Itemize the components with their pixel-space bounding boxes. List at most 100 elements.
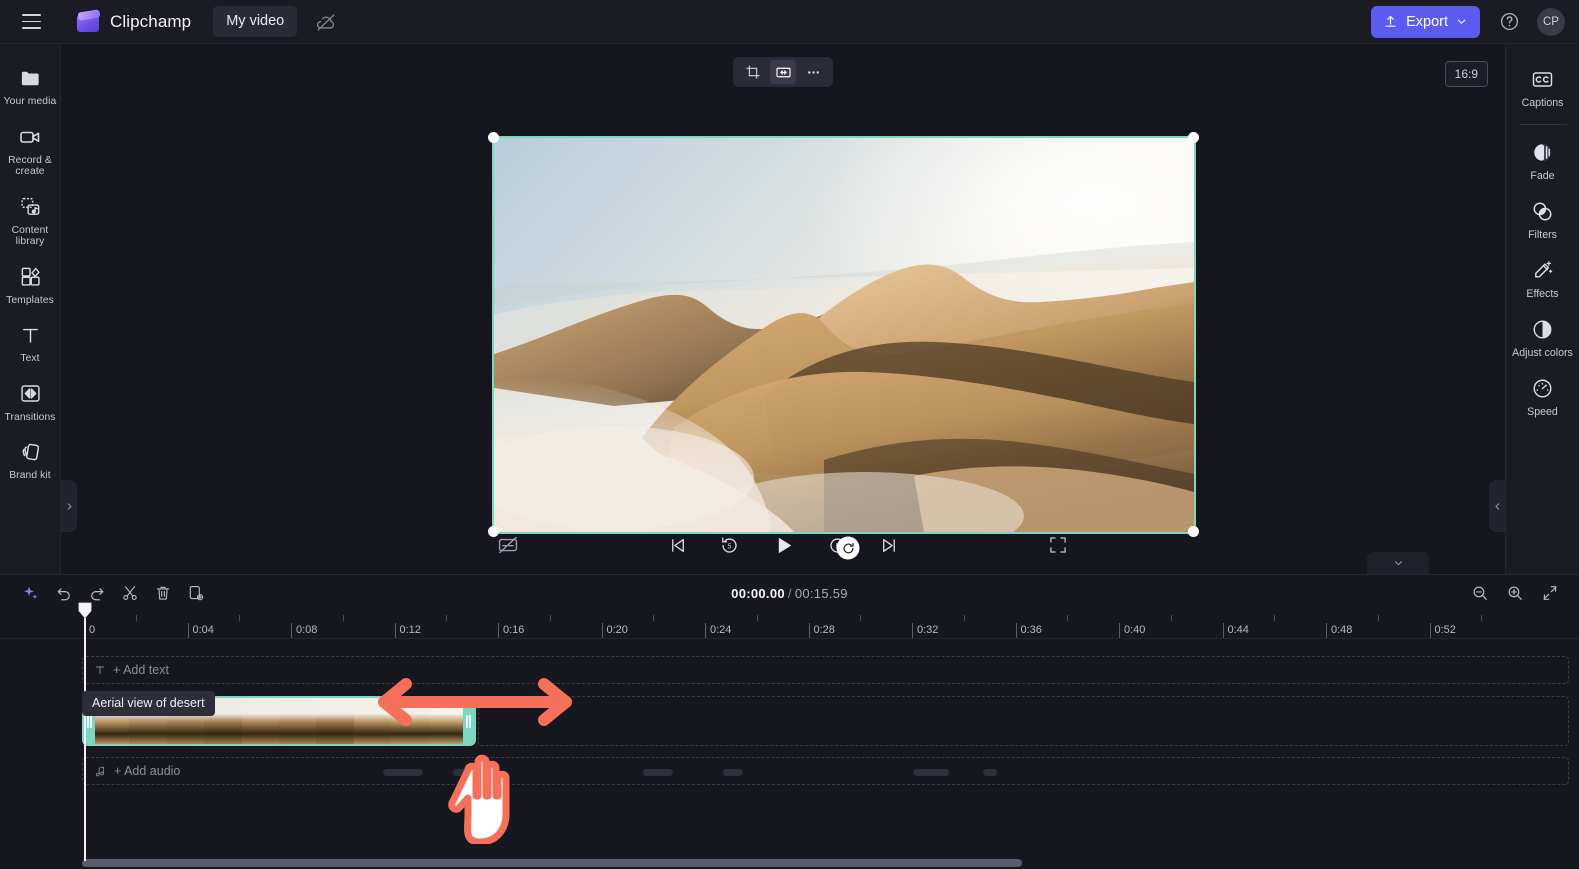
sidebar-item-label: Captions	[1521, 97, 1564, 109]
add-text-track[interactable]: + Add text	[82, 656, 1569, 684]
playhead-handle[interactable]	[78, 602, 92, 619]
sidebar-item-content-library[interactable]: Content library	[1, 187, 59, 255]
fit-fill-button[interactable]	[770, 60, 796, 84]
magic-suggestion-button[interactable]	[18, 580, 44, 606]
ruler-label: 0:04	[192, 624, 214, 636]
timeline-toolbar-right	[1467, 580, 1563, 606]
ruler-tick	[1119, 623, 1120, 638]
timeline-panel: 00:00.00/00:15.59 0 0:04 0:08 0:12 0:16 …	[0, 574, 1579, 869]
clip-trim-handle-right[interactable]	[463, 698, 474, 744]
resize-handle-top-right[interactable]	[1188, 132, 1199, 143]
ellipsis-icon	[807, 70, 819, 74]
crop-button[interactable]	[740, 60, 766, 84]
undo-button[interactable]	[51, 580, 77, 606]
clip-thumbnail	[353, 698, 392, 744]
fullscreen-button[interactable]	[1043, 530, 1073, 560]
sidebar-item-label: Text	[20, 353, 40, 364]
resize-handle-bottom-right[interactable]	[1188, 526, 1199, 537]
video-preview[interactable]	[492, 136, 1196, 534]
timeline-horizontal-scrollbar[interactable]	[82, 859, 1022, 867]
right-sidebar: Captions Fade Filters Effects Adjust col…	[1505, 44, 1579, 574]
video-track-empty-region[interactable]	[478, 696, 1569, 746]
sidebar-item-record-create[interactable]: Record & create	[1, 117, 59, 185]
timeline-tracks: + Add text + Add audio	[0, 639, 1579, 869]
menu-hamburger-icon[interactable]	[16, 7, 46, 37]
play-button[interactable]	[766, 528, 800, 562]
transitions-icon	[18, 382, 42, 406]
templates-icon	[18, 265, 42, 289]
clip-name-tooltip: Aerial view of desert	[82, 691, 215, 716]
sidebar-item-filters[interactable]: Filters	[1508, 190, 1578, 249]
ruler-label: 0:08	[296, 624, 318, 636]
chevron-right-icon	[67, 502, 72, 510]
timeline-toolbar: 00:00.00/00:15.59	[0, 575, 1579, 611]
resize-handle-bottom-left[interactable]	[488, 526, 499, 537]
sidebar-item-label: Filters	[1528, 229, 1557, 241]
ruler-tick-minor	[135, 615, 137, 621]
sidebar-item-text[interactable]: Text	[1, 315, 59, 372]
cloud-off-icon[interactable]	[313, 9, 339, 35]
sidebar-item-label: Speed	[1527, 406, 1558, 418]
export-label: Export	[1406, 13, 1448, 30]
playhead-line	[84, 618, 86, 861]
chevron-down-icon	[1394, 561, 1402, 566]
content-library-icon	[18, 195, 42, 219]
ruler-label: 0	[89, 624, 96, 636]
closed-caption-icon	[1531, 67, 1555, 91]
rewind-5-button[interactable]: 5	[714, 530, 744, 560]
duplicate-button[interactable]	[183, 580, 209, 606]
sidebar-item-fade[interactable]: Fade	[1508, 131, 1578, 190]
ruler-tick	[394, 623, 396, 638]
fit-timeline-button[interactable]	[1537, 580, 1563, 606]
help-icon[interactable]	[1494, 7, 1524, 37]
split-button[interactable]	[117, 580, 143, 606]
sidebar-item-transitions[interactable]: Transitions	[1, 374, 59, 431]
zoom-in-button[interactable]	[1502, 580, 1528, 606]
add-audio-track[interactable]: + Add audio	[82, 757, 1569, 785]
collapse-preview-button[interactable]	[1367, 552, 1429, 574]
sidebar-item-effects[interactable]: Effects	[1508, 249, 1578, 308]
ruler-tick	[808, 623, 810, 638]
delete-button[interactable]	[150, 580, 176, 606]
sidebar-item-label: Templates	[6, 294, 54, 306]
text-icon	[96, 666, 104, 674]
ruler-tick	[912, 623, 913, 638]
brand-name: Clipchamp	[110, 11, 192, 31]
clip-float-toolbar	[733, 57, 833, 87]
upload-icon	[1385, 15, 1396, 27]
sidebar-item-label: Effects	[1526, 288, 1559, 300]
resize-handle-top-left[interactable]	[488, 132, 499, 143]
zoom-out-button[interactable]	[1467, 580, 1493, 606]
expand-left-panel-button[interactable]	[61, 480, 77, 532]
collapse-right-panel-button[interactable]	[1489, 480, 1505, 532]
sidebar-item-adjust-colors[interactable]: Adjust colors	[1508, 308, 1578, 367]
more-options-button[interactable]	[800, 60, 826, 84]
sidebar-item-speed[interactable]: Speed	[1508, 367, 1578, 426]
ruler-tick-minor	[1377, 615, 1379, 621]
time-readout: 00:00.00/00:15.59	[731, 586, 848, 601]
replay-5-icon: 5	[721, 536, 737, 553]
document-title-input[interactable]: My video	[213, 6, 298, 37]
ruler-label: 0:24	[710, 624, 732, 636]
player-controls: 5 5	[61, 516, 1505, 574]
skip-to-end-button[interactable]	[874, 530, 904, 560]
fade-icon	[1531, 140, 1555, 164]
sidebar-item-your-media[interactable]: Your media	[1, 58, 59, 115]
avatar[interactable]: CP	[1537, 7, 1565, 36]
timeline-ruler[interactable]: 0 0:04 0:08 0:12 0:16 0:20 0:24 0:28 0:32 0:36 0:4…	[0, 611, 1579, 639]
sidebar-item-templates[interactable]: Templates	[1, 257, 59, 314]
rotate-handle[interactable]	[836, 536, 860, 560]
skip-to-start-button[interactable]	[662, 530, 692, 560]
ruler-label: 0:20	[606, 624, 628, 636]
clip-thumbnail	[391, 698, 429, 744]
sidebar-item-brand-kit[interactable]: Brand kit	[1, 432, 59, 489]
export-button[interactable]: Export	[1371, 5, 1480, 38]
aspect-ratio-badge[interactable]: 16:9	[1444, 61, 1488, 87]
sidebar-item-captions[interactable]: Captions	[1508, 58, 1578, 117]
ruler-tick	[601, 623, 603, 638]
sidebar-item-label: Content library	[11, 224, 49, 248]
total-time: 00:15.59	[794, 585, 848, 601]
add-audio-label: + Add audio	[114, 764, 181, 778]
adjust-colors-icon	[1531, 317, 1555, 341]
brand-kit-icon	[18, 440, 42, 464]
